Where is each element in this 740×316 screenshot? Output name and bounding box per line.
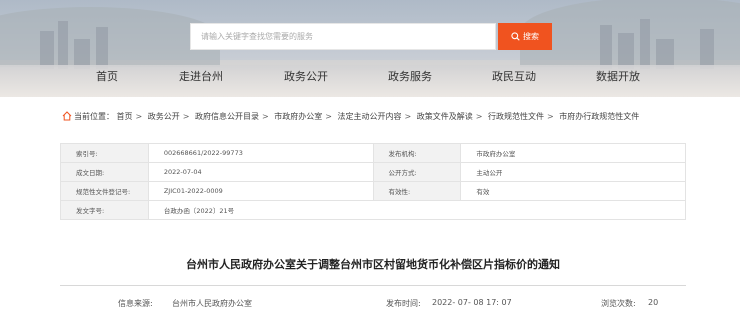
- info-key: 规范性文件登记号:: [60, 181, 149, 201]
- views-label: 浏览次数:: [601, 299, 636, 308]
- nav-item-home[interactable]: 首页: [96, 68, 118, 84]
- views-count: 20: [648, 298, 659, 307]
- info-value: 有效: [460, 181, 686, 201]
- breadcrumb-item[interactable]: 法定主动公开内容: [338, 112, 402, 121]
- nav-item-interaction[interactable]: 政民互动: [492, 68, 536, 84]
- title-divider: [60, 285, 686, 286]
- breadcrumb-item[interactable]: 政策文件及解读: [417, 112, 473, 121]
- breadcrumb-item[interactable]: 市府办行政规范性文件: [559, 112, 639, 121]
- breadcrumb-separator: >: [182, 112, 190, 121]
- breadcrumb-separator: >: [547, 112, 554, 121]
- info-key: 有效性:: [372, 181, 462, 201]
- breadcrumb-separator: >: [404, 112, 412, 121]
- nav-item-gov-open[interactable]: 政务公开: [284, 68, 328, 84]
- info-value: ZJIC01-2022-0009: [147, 181, 374, 201]
- source-value: 台州市人民政府办公室: [172, 299, 252, 308]
- info-key: 公开方式:: [372, 162, 462, 182]
- info-key: 成文日期:: [60, 162, 149, 182]
- banner-building: [40, 31, 54, 69]
- table-row: 规范性文件登记号: ZJIC01-2022-0009 有效性: 有效: [60, 181, 686, 201]
- breadcrumb-separator: >: [262, 112, 269, 121]
- published-label: 发布时间:: [386, 299, 421, 308]
- breadcrumb-item[interactable]: 政务公开: [148, 112, 180, 121]
- banner-building: [700, 29, 714, 69]
- source-label: 信息来源:: [118, 299, 153, 308]
- nav-item-about-taizhou[interactable]: 走进台州: [179, 68, 223, 84]
- info-key: 发文字号:: [60, 200, 149, 220]
- breadcrumb-item[interactable]: 行政规范性文件: [488, 112, 544, 121]
- banner-building: [96, 27, 108, 69]
- search-button-label: 搜索: [523, 32, 539, 41]
- info-value: 主动公开: [460, 162, 686, 182]
- document-info-table: 索引号: 002668661/2022-99773 发布机构: 市政府办公室 成…: [60, 143, 687, 220]
- info-key: 索引号:: [60, 143, 149, 163]
- article-title: 台州市人民政府办公室关于调整台州市区村留地货币化补偿区片指标价的通知: [186, 258, 560, 271]
- table-row: 发文字号: 台政办函〔2022〕21号: [60, 200, 687, 220]
- breadcrumb: 当前位置： 首页 > 政务公开 > 政府信息公开目录 > 市政府办公室 > 法定主动公开…: [62, 111, 639, 122]
- table-row: 索引号: 002668661/2022-99773 发布机构: 市政府办公室: [60, 143, 686, 163]
- nav-item-gov-service[interactable]: 政务服务: [388, 68, 432, 84]
- breadcrumb-separator: >: [325, 112, 332, 121]
- info-value: 2022-07-04: [147, 162, 374, 182]
- header-banner: 请输入关键字查找您需要的服务 搜索 首页 走进台州 政务公开 政务服务 政民互动…: [0, 0, 740, 97]
- banner-building: [600, 25, 612, 69]
- info-value: 市政府办公室: [460, 143, 686, 163]
- info-value: 台政办函〔2022〕21号: [147, 200, 687, 220]
- search-button[interactable]: 搜索: [498, 23, 552, 50]
- table-row: 成文日期: 2022-07-04 公开方式: 主动公开: [60, 162, 686, 182]
- nav-item-open-data[interactable]: 数据开放: [596, 68, 640, 84]
- published-value: 2022- 07- 08 17: 07: [432, 298, 512, 307]
- info-value: 002668661/2022-99773: [147, 143, 374, 163]
- banner-building: [58, 21, 68, 69]
- banner-building: [618, 33, 634, 69]
- home-icon: [62, 111, 72, 121]
- breadcrumb-separator: >: [135, 112, 143, 121]
- breadcrumb-prefix: 当前位置：: [74, 112, 114, 121]
- search-icon: [511, 32, 520, 41]
- breadcrumb-item[interactable]: 市政府办公室: [274, 112, 322, 121]
- banner-building: [640, 19, 650, 69]
- breadcrumb-item[interactable]: 首页: [117, 112, 133, 121]
- breadcrumb-item[interactable]: 政府信息公开目录: [195, 112, 259, 121]
- search-input[interactable]: 请输入关键字查找您需要的服务: [190, 23, 496, 50]
- info-key: 发布机构:: [372, 143, 462, 163]
- breadcrumb-separator: >: [475, 112, 483, 121]
